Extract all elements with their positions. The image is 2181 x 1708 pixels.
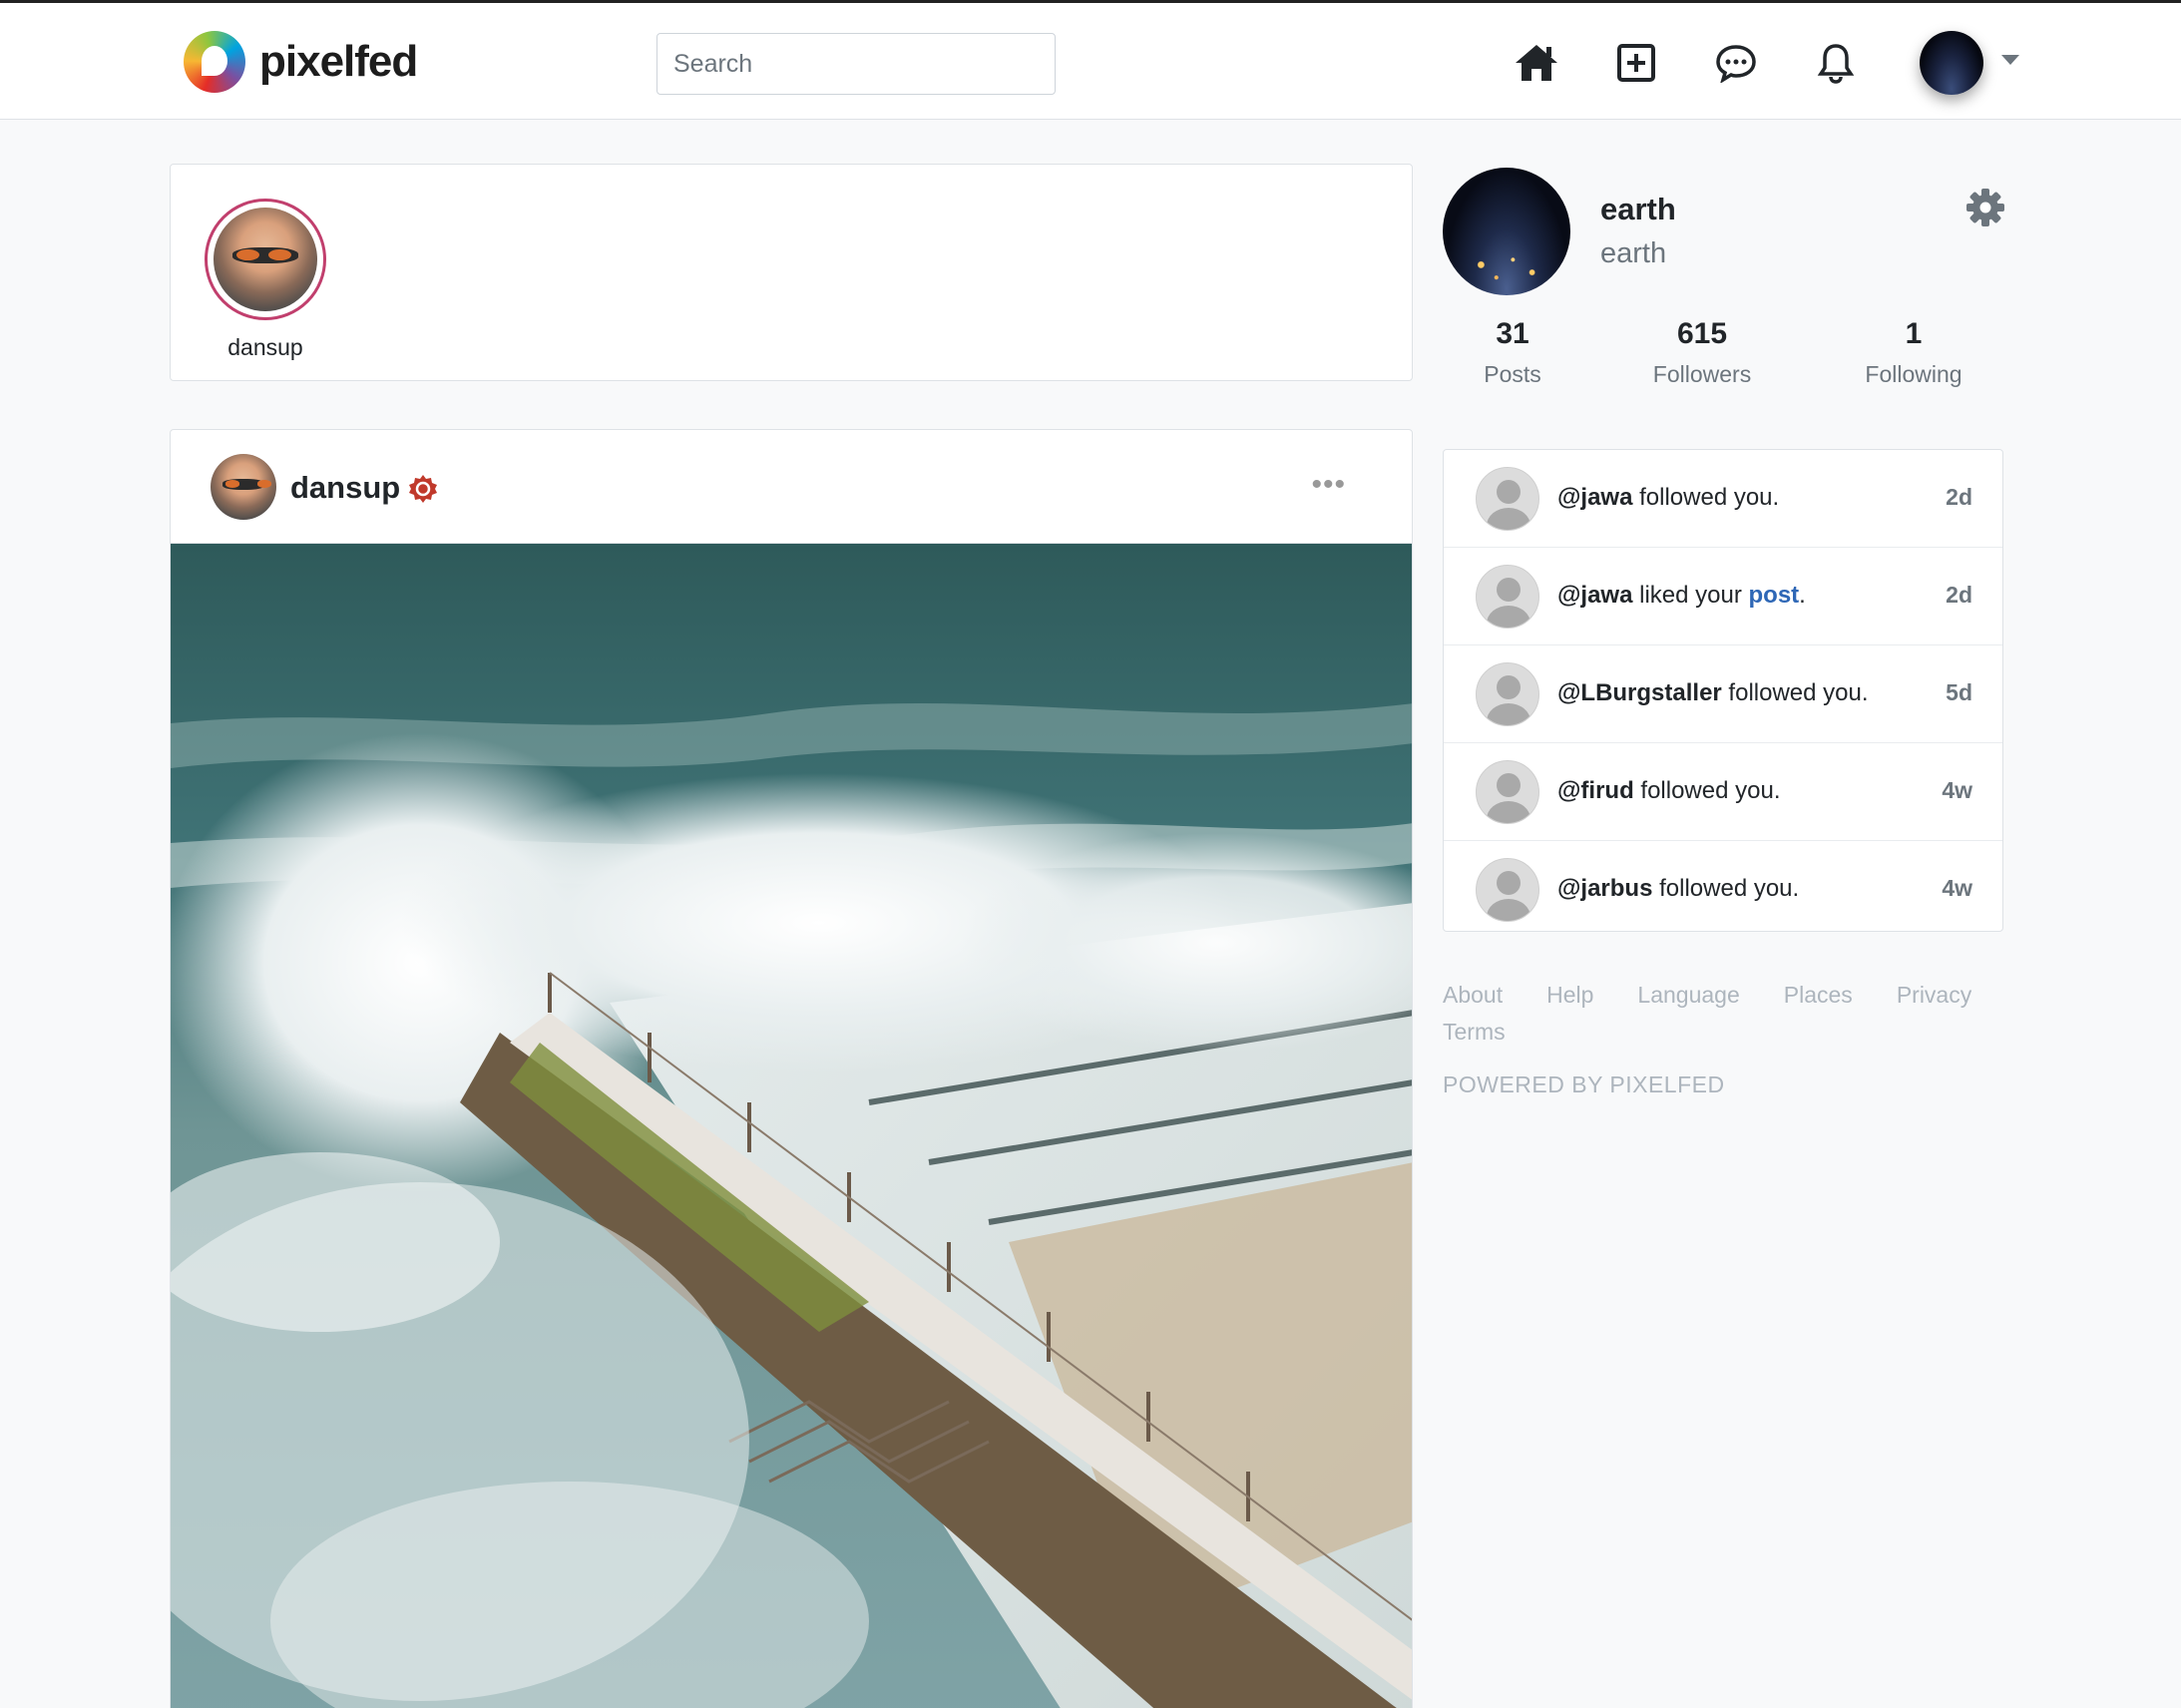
story-ring bbox=[205, 199, 326, 320]
profile-avatar[interactable] bbox=[1443, 168, 1570, 295]
notification-time: 4w bbox=[1942, 875, 1972, 901]
notification-action: followed you. bbox=[1652, 875, 1800, 902]
notification-text: @jawa liked your post. bbox=[1557, 582, 1806, 610]
notification-text: @LBurgstaller followed you. bbox=[1557, 679, 1869, 707]
post-author-avatar[interactable] bbox=[211, 454, 276, 520]
notification-action: followed you. bbox=[1721, 679, 1869, 706]
footer-link-places[interactable]: Places bbox=[1784, 982, 1853, 1009]
footer-link-language[interactable]: Language bbox=[1637, 982, 1739, 1009]
stat-posts[interactable]: 31 Posts bbox=[1413, 317, 1612, 388]
notification-post-link[interactable]: post bbox=[1749, 582, 1800, 609]
stat-following[interactable]: 1 Following bbox=[1814, 317, 2013, 388]
story-item[interactable]: dansup bbox=[205, 199, 326, 361]
notifications-panel: @jawa followed you. 2d @jawa liked your … bbox=[1443, 449, 2003, 932]
gear-icon[interactable] bbox=[1965, 188, 2005, 227]
profile-handle: earth bbox=[1600, 237, 1667, 269]
user-avatar[interactable] bbox=[1920, 31, 1983, 95]
notification-time: 4w bbox=[1942, 777, 1972, 803]
sidebar-footer: About Help Language Places Privacy Terms… bbox=[1443, 982, 2021, 1098]
verified-badge-icon bbox=[409, 475, 437, 503]
default-avatar-icon[interactable] bbox=[1476, 662, 1539, 726]
stat-label: Followers bbox=[1652, 361, 1752, 387]
pixelfed-logo-icon bbox=[184, 31, 245, 93]
notification-item[interactable]: @jawa liked your post. 2d bbox=[1444, 548, 2002, 645]
notification-action: followed you. bbox=[1632, 484, 1780, 511]
default-avatar-icon[interactable] bbox=[1476, 760, 1539, 824]
post-author-name[interactable]: dansup bbox=[290, 470, 400, 506]
post-options-button[interactable]: ••• bbox=[1311, 468, 1346, 502]
notification-time: 5d bbox=[1946, 679, 1972, 705]
post-card: dansup ••• bbox=[170, 429, 1413, 1708]
brand-name: pixelfed bbox=[259, 37, 418, 86]
stat-label: Posts bbox=[1484, 361, 1541, 387]
notification-item[interactable]: @jarbus followed you. 4w bbox=[1444, 841, 2002, 931]
notification-user[interactable]: @jawa bbox=[1557, 484, 1632, 511]
default-avatar-icon[interactable] bbox=[1476, 565, 1539, 629]
notification-item[interactable]: @jawa followed you. 2d bbox=[1444, 450, 2002, 548]
post-image[interactable] bbox=[171, 544, 1413, 1708]
search-input[interactable] bbox=[656, 33, 1056, 95]
profile-name[interactable]: earth bbox=[1600, 192, 1676, 227]
notification-text: @jarbus followed you. bbox=[1557, 875, 1799, 903]
story-username: dansup bbox=[227, 334, 303, 360]
default-avatar-icon[interactable] bbox=[1476, 467, 1539, 531]
powered-by[interactable]: POWERED BY PIXELFED bbox=[1443, 1071, 2021, 1098]
notification-item[interactable]: @LBurgstaller followed you. 5d bbox=[1444, 645, 2002, 743]
notification-time: 2d bbox=[1946, 484, 1972, 510]
stories-bar: dansup bbox=[170, 164, 1413, 381]
notification-action: liked your bbox=[1632, 582, 1749, 609]
story-avatar bbox=[214, 208, 317, 311]
default-avatar-icon[interactable] bbox=[1476, 858, 1539, 922]
notification-text: @jawa followed you. bbox=[1557, 484, 1779, 512]
chevron-down-icon[interactable] bbox=[2001, 55, 2019, 65]
stat-value: 615 bbox=[1676, 317, 1728, 350]
notification-item[interactable]: @firud followed you. 4w bbox=[1444, 743, 2002, 841]
notifications-icon[interactable] bbox=[1812, 39, 1860, 87]
notification-user[interactable]: @jarbus bbox=[1557, 875, 1652, 902]
stat-value: 31 bbox=[1496, 317, 1529, 350]
home-icon[interactable] bbox=[1513, 39, 1560, 87]
notification-punctuation: . bbox=[1799, 582, 1806, 609]
footer-link-privacy[interactable]: Privacy bbox=[1897, 982, 1971, 1009]
stat-value: 1 bbox=[1905, 317, 1923, 350]
notification-user[interactable]: @jawa bbox=[1557, 582, 1632, 609]
notification-action: followed you. bbox=[1633, 777, 1781, 804]
notification-text: @firud followed you. bbox=[1557, 777, 1781, 805]
notification-user[interactable]: @LBurgstaller bbox=[1557, 679, 1722, 706]
footer-link-about[interactable]: About bbox=[1443, 982, 1503, 1009]
footer-links: About Help Language Places Privacy Terms bbox=[1443, 982, 2021, 1046]
footer-link-help[interactable]: Help bbox=[1546, 982, 1593, 1009]
footer-link-terms[interactable]: Terms bbox=[1443, 1019, 1506, 1046]
post-header: dansup ••• bbox=[171, 430, 1412, 544]
top-navbar: pixelfed bbox=[0, 0, 2181, 120]
add-post-icon[interactable] bbox=[1612, 39, 1660, 87]
notification-user[interactable]: @firud bbox=[1557, 777, 1634, 804]
stat-followers[interactable]: 615 Followers bbox=[1602, 317, 1802, 388]
stat-label: Following bbox=[1865, 361, 1963, 387]
brand-logo[interactable]: pixelfed bbox=[184, 31, 418, 93]
notification-time: 2d bbox=[1946, 582, 1972, 608]
messages-icon[interactable] bbox=[1712, 39, 1760, 87]
